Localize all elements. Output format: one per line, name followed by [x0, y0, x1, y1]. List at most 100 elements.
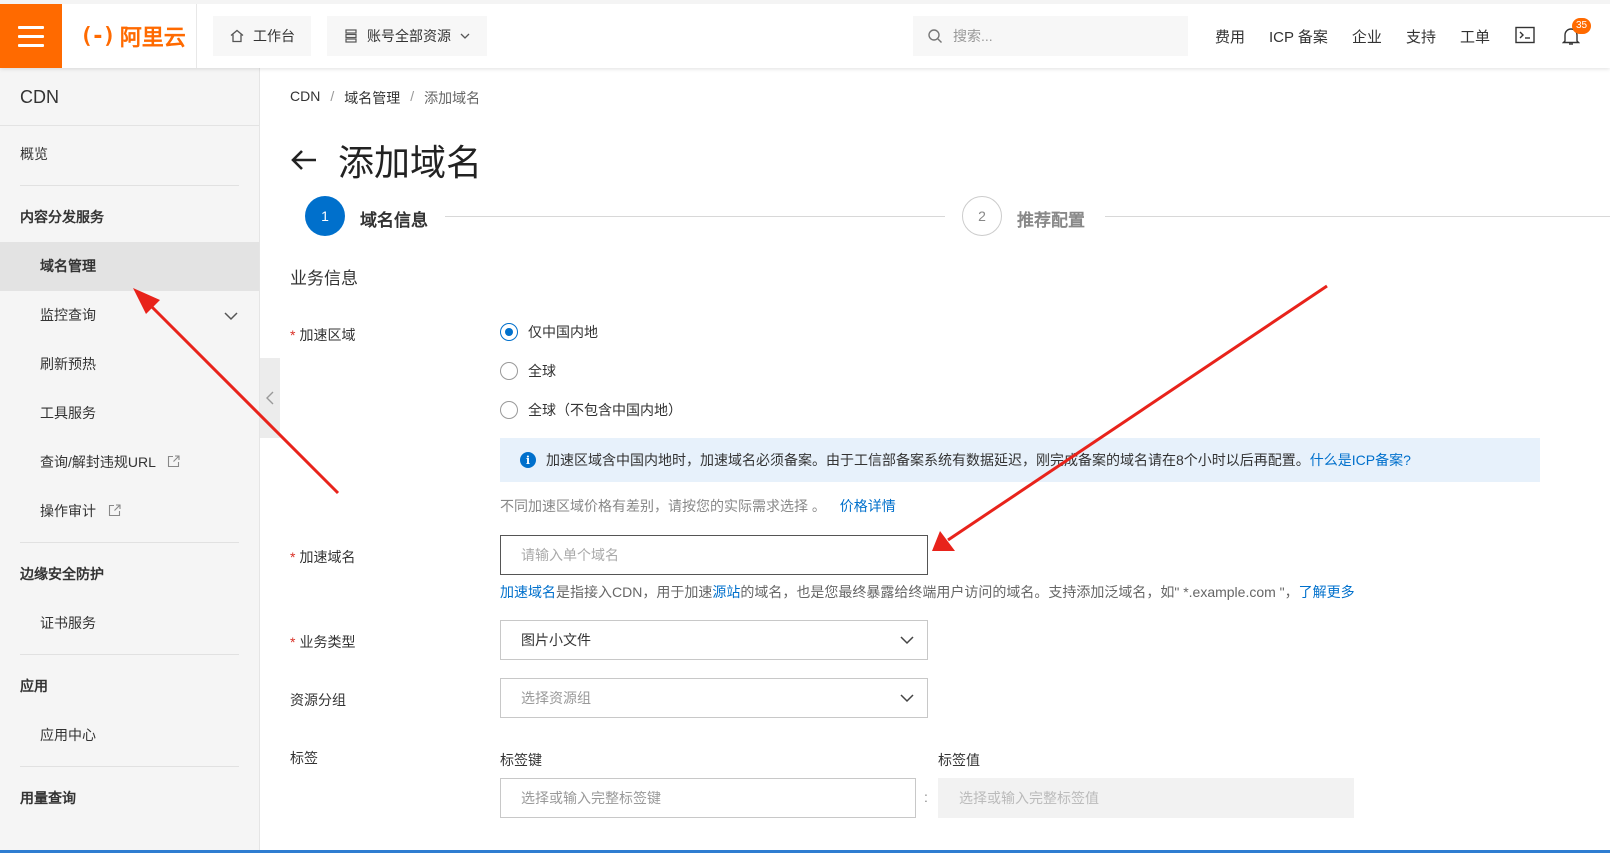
page-title: 添加域名 — [338, 142, 483, 183]
resource-group-select[interactable]: 选择资源组 — [500, 678, 928, 718]
help-link-origin[interactable]: 源站 — [712, 584, 740, 600]
divider — [20, 542, 239, 543]
biz-type-label-text: 业务类型 — [299, 634, 356, 650]
breadcrumb-separator: / — [330, 88, 335, 104]
tag-value-label: 标签值 — [938, 752, 980, 768]
tag-value-placeholder: 选择或输入完整标签值 — [959, 790, 1099, 806]
biz-type-label: * 业务类型 — [290, 632, 355, 652]
menu-toggle-button[interactable] — [0, 4, 62, 68]
hamburger-line — [18, 34, 44, 38]
divider — [20, 766, 239, 767]
sidebar-item-domain-management[interactable]: 域名管理 — [0, 242, 259, 291]
radio-button[interactable] — [500, 323, 518, 341]
back-arrow-icon[interactable] — [290, 148, 318, 172]
aliyun-logo[interactable]: (-) 阿里云 — [80, 22, 186, 51]
workbench-label: 工作台 — [253, 28, 295, 44]
divider — [196, 4, 197, 68]
terminal-button[interactable] — [1515, 26, 1535, 47]
icp-notice-box: i 加速区域含中国内地时，加速域名必须备案。由于工信部备案系统有数据延迟，刚完成… — [500, 438, 1540, 482]
divider — [20, 185, 239, 186]
sidebar-item-label: 监控查询 — [40, 307, 96, 323]
radio-mainland-only[interactable]: 仅中国内地 — [500, 322, 598, 342]
home-icon — [230, 29, 244, 43]
nav-link-billing[interactable]: 费用 — [1215, 26, 1245, 47]
price-details-link[interactable]: 价格详情 — [840, 498, 896, 514]
tags-label: 标签 — [290, 750, 318, 766]
breadcrumb-cdn[interactable]: CDN — [290, 88, 320, 108]
workbench-button[interactable]: 工作台 — [213, 16, 311, 56]
step-1-label: 域名信息 — [360, 211, 428, 230]
sidebar-item-overview[interactable]: 概览 — [0, 130, 259, 179]
price-hint: 不同加速区域价格有差别，请按您的实际需求选择 。 价格详情 — [500, 496, 896, 516]
step-2-label: 推荐配置 — [1017, 211, 1085, 230]
sidebar-collapse-button[interactable] — [260, 358, 280, 438]
notification-count-badge: 35 — [1572, 18, 1591, 34]
hamburger-line — [18, 43, 44, 47]
logo-text: 阿里云 — [119, 25, 186, 50]
radio-button[interactable] — [500, 362, 518, 380]
step-connector — [445, 216, 945, 217]
resource-group-label: 资源分组 — [290, 692, 346, 708]
logo-mark: (-) — [80, 23, 116, 49]
sidebar-item-certificates[interactable]: 证书服务 — [0, 599, 259, 648]
sidebar-item-tools[interactable]: 工具服务 — [0, 389, 259, 438]
terminal-icon — [1515, 26, 1535, 44]
chevron-down-icon — [900, 636, 914, 645]
chevron-down-icon — [460, 33, 470, 39]
price-hint-text: 不同加速区域价格有差别，请按您的实际需求选择 。 — [500, 498, 826, 514]
learn-more-link[interactable]: 了解更多 — [1299, 584, 1355, 600]
nav-link-tickets[interactable]: 工单 — [1460, 26, 1490, 47]
breadcrumb: CDN / 域名管理 / 添加域名 — [290, 88, 480, 108]
tag-key-label: 标签键 — [500, 752, 542, 768]
sidebar-item-label: 域名管理 — [40, 258, 96, 274]
sidebar-group-apps: 应用 — [20, 678, 48, 694]
nav-link-icp[interactable]: ICP 备案 — [1269, 26, 1328, 47]
top-nav-links: 费用 ICP 备案 企业 支持 工单 — [1215, 4, 1490, 68]
sidebar-item-monitoring[interactable]: 监控查询 — [0, 291, 259, 340]
step-indicator: 1 域名信息 2 推荐配置 — [305, 196, 1610, 236]
sidebar-item-refresh-prefetch[interactable]: 刷新预热 — [0, 340, 259, 389]
server-stack-icon — [345, 29, 357, 43]
accel-region-label: * 加速区域 — [290, 325, 355, 345]
required-marker: * — [290, 327, 296, 343]
radio-label: 全球（不包含中国内地） — [528, 402, 682, 418]
help-link-accel-domain[interactable]: 加速域名 — [500, 584, 556, 600]
sidebar-item-audit[interactable]: 操作审计 — [0, 487, 259, 536]
nav-link-enterprise[interactable]: 企业 — [1352, 26, 1382, 47]
resource-group-placeholder: 选择资源组 — [521, 690, 591, 706]
global-search-input[interactable]: 搜索... — [913, 16, 1188, 56]
breadcrumb-current: 添加域名 — [424, 90, 481, 106]
radio-button[interactable] — [500, 401, 518, 419]
tag-key-placeholder: 选择或输入完整标签键 — [521, 790, 661, 806]
icp-help-link[interactable]: 什么是ICP备案? — [1310, 452, 1411, 468]
radio-label: 仅中国内地 — [528, 324, 598, 340]
resource-scope-dropdown[interactable]: 账号全部资源 — [327, 16, 487, 56]
nav-link-support[interactable]: 支持 — [1406, 26, 1436, 47]
external-link-icon — [168, 455, 180, 468]
sidebar-item-violation-url[interactable]: 查询/解封违规URL — [0, 438, 259, 487]
page-header: 添加域名 — [290, 134, 482, 186]
sidebar-group-usage: 用量查询 — [20, 790, 76, 806]
sidebar-item-label: 操作审计 — [40, 503, 96, 519]
domain-input-placeholder: 请输入单个域名 — [521, 547, 619, 563]
hamburger-line — [18, 25, 44, 29]
domain-label: * 加速域名 — [290, 547, 355, 567]
sidebar-item-label: 工具服务 — [40, 405, 96, 421]
required-marker: * — [290, 634, 296, 650]
tag-value-input[interactable]: 选择或输入完整标签值 — [938, 778, 1354, 818]
biz-type-value: 图片小文件 — [521, 632, 591, 648]
sidebar-title: CDN — [0, 68, 259, 126]
sidebar-item-app-center[interactable]: 应用中心 — [0, 711, 259, 760]
radio-global[interactable]: 全球 — [500, 361, 556, 381]
resource-scope-label: 账号全部资源 — [367, 28, 451, 44]
tag-key-input[interactable]: 选择或输入完整标签键 — [500, 778, 916, 818]
domain-help-text: 加速域名是指接入CDN，用于加速源站的域名，也是您最终暴露给终端用户访问的域名。… — [500, 582, 1355, 602]
radio-label: 全球 — [528, 363, 556, 379]
step-2-circle: 2 — [962, 196, 1002, 236]
domain-input[interactable]: 请输入单个域名 — [500, 535, 928, 575]
main-content: CDN / 域名管理 / 添加域名 添加域名 1 域名信息 2 推荐配置 业务信… — [290, 68, 1610, 853]
biz-type-select[interactable]: 图片小文件 — [500, 620, 928, 660]
domain-help-part2: 的域名，也是您最终暴露给终端用户访问的域名。支持添加泛域名，如" *.examp… — [740, 584, 1299, 600]
radio-global-excl-mainland[interactable]: 全球（不包含中国内地） — [500, 400, 682, 420]
breadcrumb-domain-management[interactable]: 域名管理 — [344, 88, 400, 108]
